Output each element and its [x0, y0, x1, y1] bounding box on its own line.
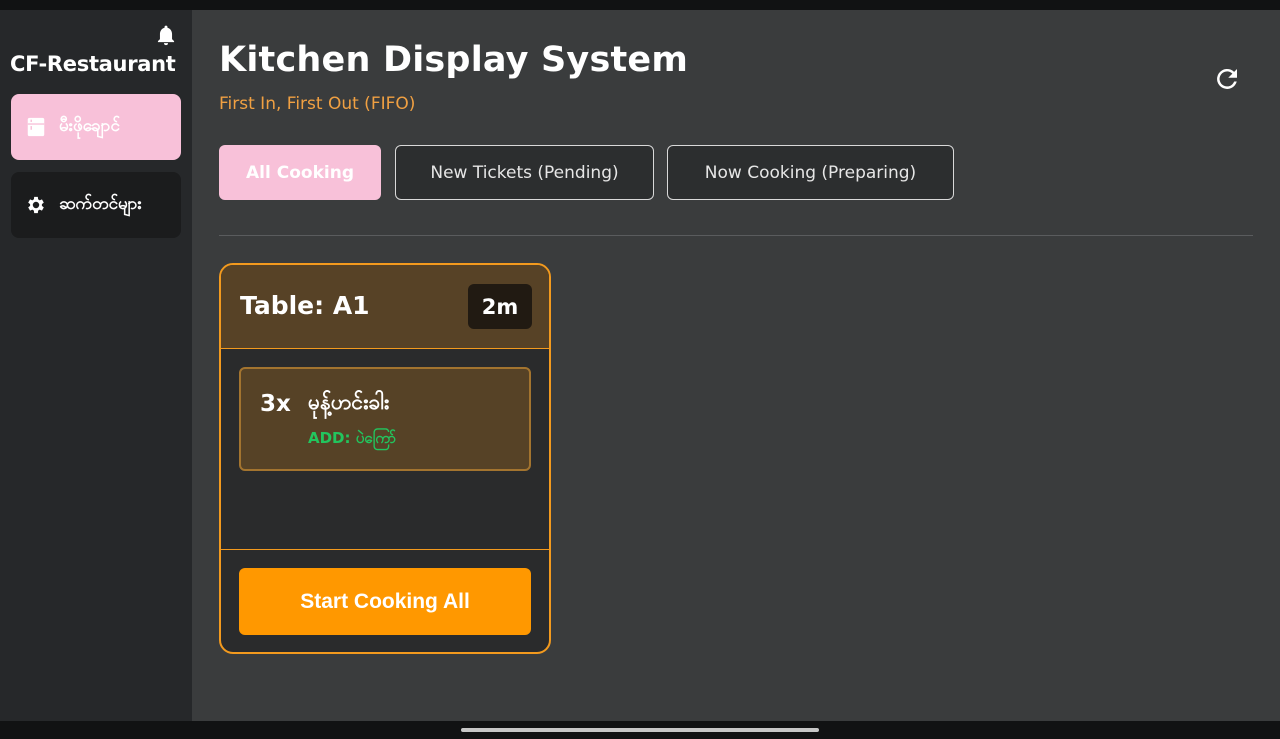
- status-bar: [0, 0, 1280, 10]
- ticket-footer-divider: [221, 549, 549, 550]
- bell-icon[interactable]: [155, 24, 177, 48]
- tab-now-cooking[interactable]: Now Cooking (Preparing): [667, 145, 954, 200]
- brand-name: CF-Restaurant: [10, 52, 176, 76]
- page-title: Kitchen Display System: [219, 40, 689, 80]
- elapsed-time-badge: 2m: [468, 284, 532, 329]
- tab-all-cooking[interactable]: All Cooking: [219, 145, 381, 200]
- sidebar: CF-Restaurant မီးဖိုချောင် ဆက်တင်များ: [0, 10, 192, 721]
- page-subtitle: First In, First Out (FIFO): [219, 94, 416, 114]
- item-modifier: ADD: ပဲကြော်: [308, 429, 397, 447]
- refresh-icon[interactable]: [1212, 64, 1242, 94]
- item-name: မုန့်ဟင်းခါး: [308, 390, 390, 414]
- sidebar-item-label: မီးဖိုချောင်: [59, 115, 120, 136]
- sidebar-item-kitchen[interactable]: မီးဖိုချောင်: [11, 94, 181, 160]
- gear-icon: [28, 196, 44, 214]
- sidebar-item-label: ဆက်တင်များ: [59, 193, 142, 214]
- system-nav-bar: [0, 721, 1280, 739]
- table-label: Table: A1: [240, 291, 370, 320]
- main-content: Kitchen Display System First In, First O…: [192, 10, 1280, 721]
- item-quantity: 3x: [260, 391, 291, 417]
- order-item: 3x မုန့်ဟင်းခါး ADD: ပဲကြော်: [239, 367, 531, 471]
- start-cooking-all-button[interactable]: Start Cooking All: [239, 568, 531, 635]
- sidebar-item-settings[interactable]: ဆက်တင်များ: [11, 172, 181, 238]
- ticket-card: Table: A1 2m 3x မုန့်ဟင်းခါး ADD: ပဲကြော…: [219, 263, 551, 654]
- tab-new-tickets[interactable]: New Tickets (Pending): [395, 145, 654, 200]
- home-gesture-handle[interactable]: [461, 728, 819, 732]
- kitchen-icon: [27, 117, 45, 137]
- divider: [219, 235, 1253, 236]
- ticket-header: Table: A1 2m: [221, 265, 549, 349]
